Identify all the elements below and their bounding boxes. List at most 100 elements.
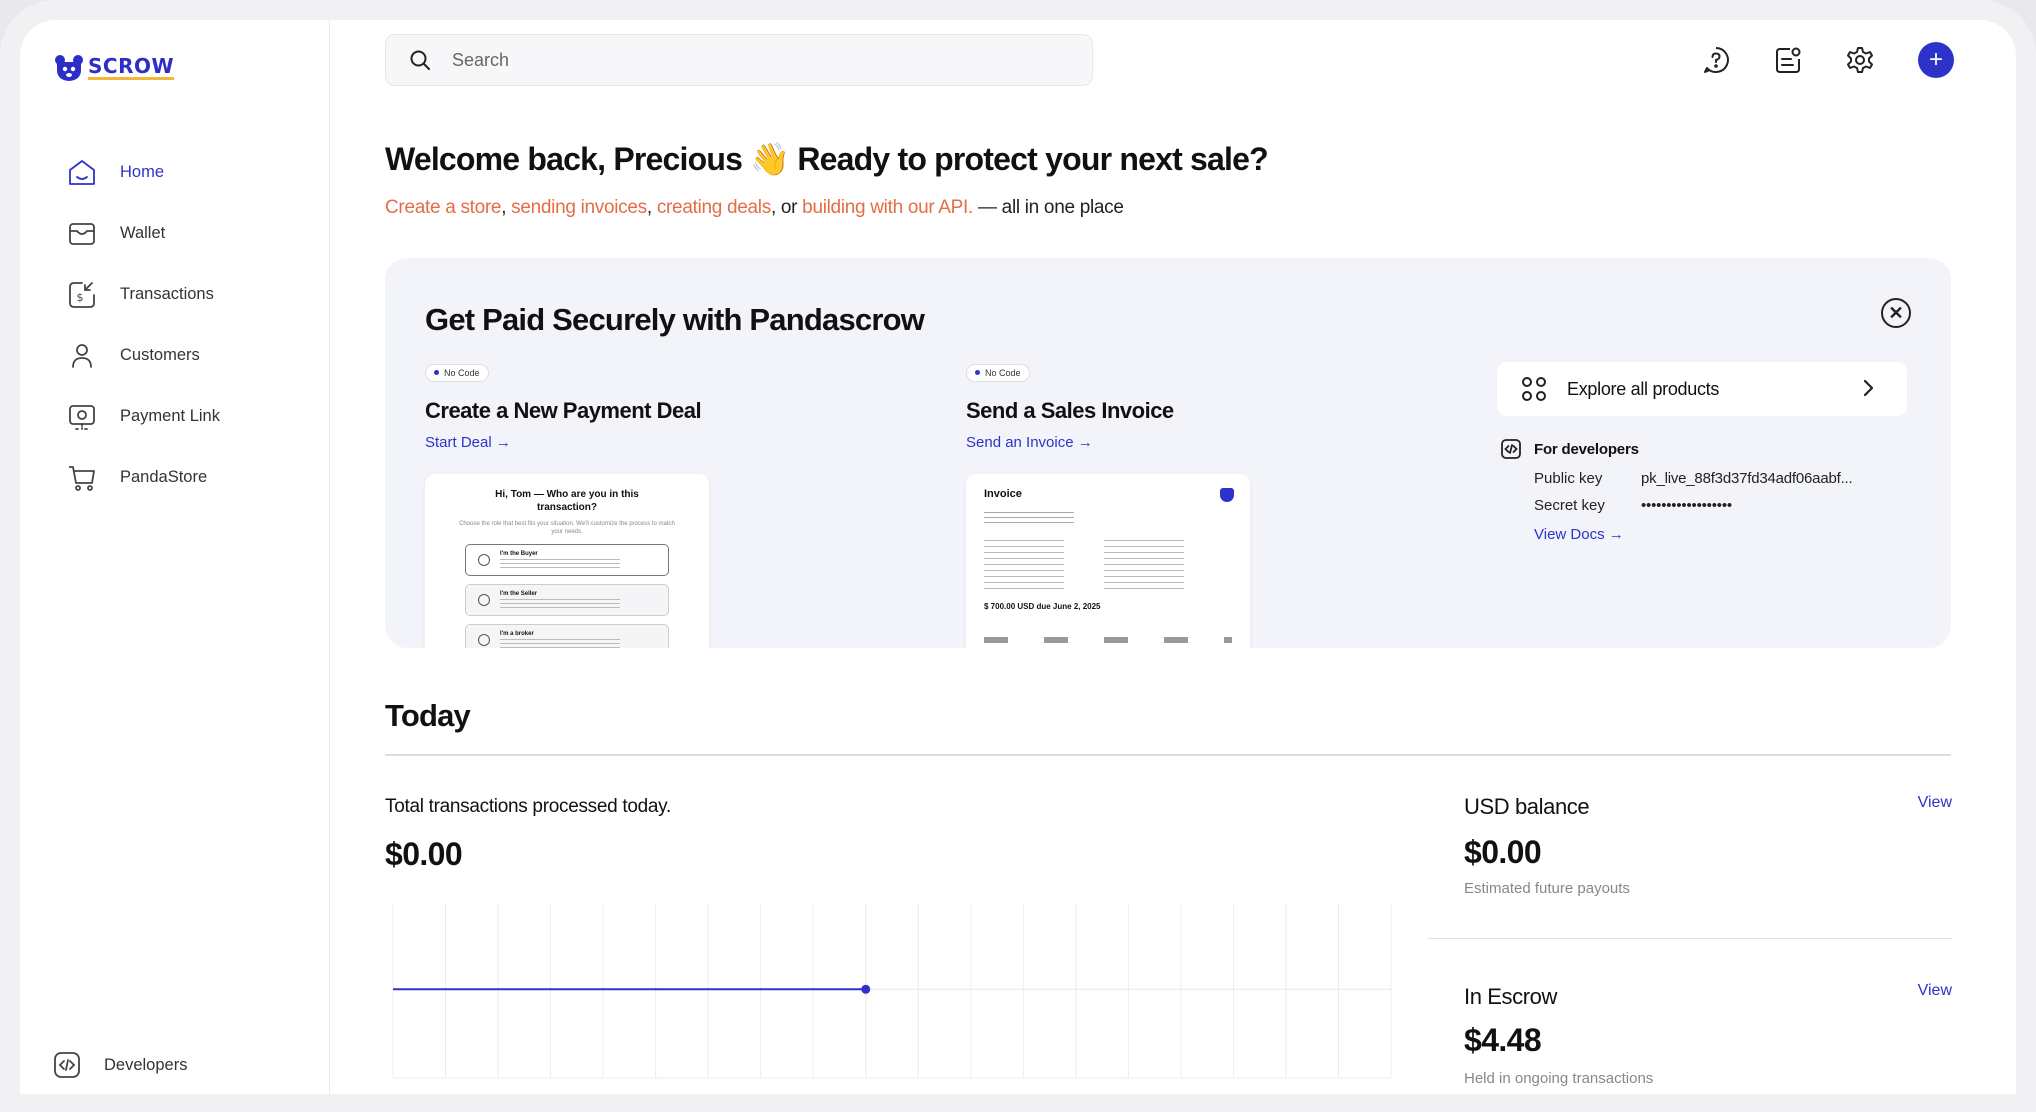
public-key-value[interactable]: pk_live_88f3d37fd34adf06aabf... [1641,470,1853,487]
in-escrow-value: $4.48 [1464,1022,1542,1058]
grid-icon [1522,377,1546,401]
sales-invoice-section: No Code Send a Sales Invoice Send an Inv… [966,362,1174,451]
badge-label: No Code [444,367,480,378]
code-icon [54,1052,80,1078]
usd-balance-view-link[interactable]: View [1918,794,1952,812]
chevron-right-icon [1863,379,1874,397]
developers-panel: For developers Public key pk_live_88f3d37… [1500,438,1853,543]
public-key-row: Public key pk_live_88f3d37fd34adf06aabf..… [1534,470,1853,487]
usd-balance-value: $0.00 [1464,834,1542,870]
waving-hand-emoji: 👋 [750,140,790,178]
explore-label: Explore all products [1567,378,1720,399]
sidebar-item-label: Home [120,163,165,181]
developers-heading: For developers [1500,438,1852,460]
subline-tail: — all in one place [973,197,1124,218]
transactions-line-chart [392,904,1392,1079]
sidebar-item-pandastore[interactable]: PandaStore [66,447,220,508]
role-selection-preview: Hi, Tom — Who are you in this transactio… [425,474,709,648]
sidebar-item-payment-link[interactable]: Payment Link [66,386,220,447]
badge-dot [975,370,980,375]
preview-title: Hi, Tom — Who are you in this transactio… [495,489,639,513]
wallet-icon [69,222,95,245]
plus-icon: + [1928,46,1943,73]
sidebar-item-home[interactable]: Home [66,142,220,203]
notes-button[interactable] [1772,44,1804,76]
invoice-preview-header: Invoice [966,474,1250,502]
search-input[interactable] [452,49,1052,71]
developers-heading-text: For developers [1534,440,1639,458]
sidebar-item-label: Developers [104,1055,188,1074]
create-store-link[interactable]: Create a store [385,197,502,218]
invoice-preview-title: Invoice [984,488,1022,500]
payment-link-icon [69,404,95,430]
sidebar-nav: Home Wallet $ Transactions Customers Pay… [66,142,220,508]
start-deal-link[interactable]: Start Deal → [425,434,701,451]
shield-icon [1220,488,1234,502]
secret-key-label: Secret key [1534,497,1605,514]
view-docs-link[interactable]: View Docs → [1534,526,1852,543]
help-icon [1704,47,1729,73]
option-description [500,559,620,569]
api-link[interactable]: building with our API. [802,197,973,218]
sidebar-item-label: Customers [120,346,200,364]
search-bar[interactable] [385,34,1093,86]
balance-divider [1428,938,1952,939]
invoice-due-amount: $ 700.00 USD due June 2, 2025 [984,602,1101,611]
topbar-actions: + [1700,42,1954,78]
separator: , [501,197,512,218]
public-key-label: Public key [1534,470,1603,487]
app-window: SCROW Home Wallet $ Transactions Custome… [0,0,2036,1112]
in-escrow-subtitle: Held in ongoing transactions [1464,1070,1654,1087]
send-invoice-link[interactable]: Send an Invoice → [966,434,1174,451]
transactions-icon: $ [69,281,95,308]
usd-balance-title: USD balance [1464,794,1590,819]
sidebar: SCROW Home Wallet $ Transactions Custome… [20,20,330,1094]
settings-button[interactable] [1844,44,1876,76]
help-button[interactable] [1700,44,1732,76]
invoice-meta-lines [984,512,1074,526]
sidebar-item-wallet[interactable]: Wallet [66,203,220,264]
sending-invoices-link[interactable]: sending invoices [511,197,647,218]
option-label: I'm the Seller [500,591,538,597]
promo-title: Get Paid Securely with Pandascrow [425,302,925,337]
secret-key-value[interactable]: •••••••••••••••••• [1641,497,1732,514]
explore-products-button[interactable]: Explore all products [1497,362,1907,416]
sidebar-item-label: Payment Link [120,407,220,425]
separator: , [646,197,657,218]
invoice-title: Send a Sales Invoice [966,397,1174,423]
badge-label: No Code [985,367,1021,378]
logo[interactable]: SCROW [54,54,175,82]
sidebar-item-developers[interactable]: Developers [52,1050,187,1080]
sidebar-item-customers[interactable]: Customers [66,325,220,386]
promo-card: Get Paid Securely with Pandascrow ✕ No C… [385,258,1951,648]
sidebar-item-label: Transactions [120,285,214,303]
preview-subtitle: Choose the role that best fits your situ… [459,521,675,535]
logo-text: SCROW [88,54,175,80]
bill-to-address [1104,540,1184,592]
deal-title: Create a New Payment Deal [425,397,702,423]
secret-key-row: Secret key •••••••••••••••••• [1534,497,1852,514]
section-divider [385,754,1951,756]
invoice-table-header [984,637,1232,643]
sidebar-item-transactions[interactable]: $ Transactions [66,264,220,325]
no-code-badge: No Code [425,363,489,382]
creating-deals-link[interactable]: creating deals [657,197,771,218]
from-address [984,540,1064,592]
option-label: I'm the Buyer [500,551,538,557]
total-transactions-value: $0.00 [385,836,463,872]
search-icon [410,50,430,70]
home-icon [69,159,95,185]
in-escrow-title: In Escrow [1464,984,1557,1009]
separator: , or [770,197,803,218]
sidebar-item-label: PandaStore [120,468,208,486]
create-button[interactable]: + [1918,42,1954,78]
radio-icon [478,554,490,566]
in-escrow-view-link[interactable]: View [1918,982,1952,1000]
chart-current-point [861,984,871,994]
panda-logo-icon [55,55,83,81]
code-icon [1501,439,1521,459]
close-button[interactable]: ✕ [1881,298,1911,328]
close-icon: ✕ [1888,302,1904,323]
radio-icon [478,634,490,646]
option-label: I'm a broker [500,631,534,637]
